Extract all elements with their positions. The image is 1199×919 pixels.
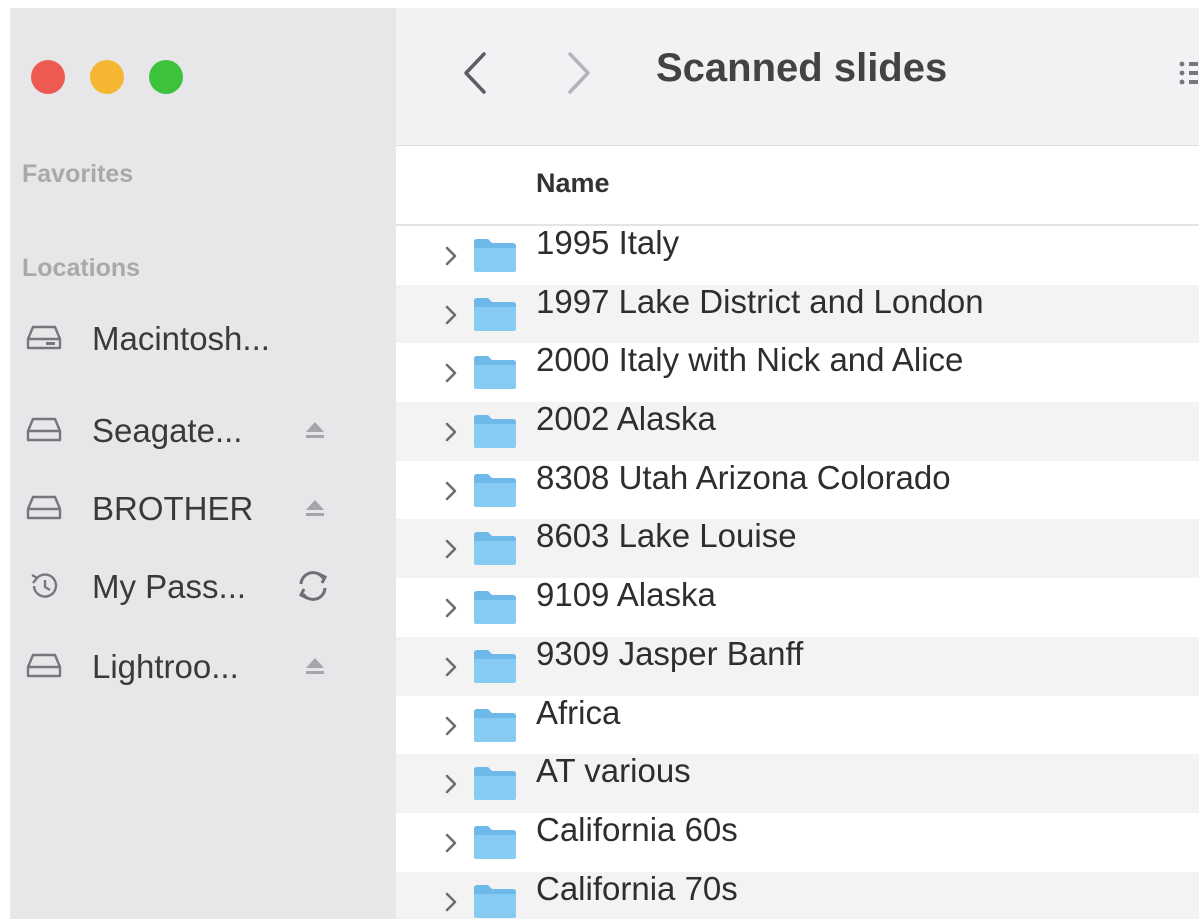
file-name: 2002 Alaska bbox=[536, 400, 716, 438]
list-item[interactable]: 9309 Jasper Banff bbox=[396, 634, 1199, 696]
sync-icon[interactable] bbox=[294, 568, 332, 604]
folder-icon bbox=[474, 415, 516, 449]
eject-icon[interactable] bbox=[302, 496, 328, 520]
list-item[interactable]: 1995 Italy bbox=[396, 226, 1199, 285]
disclosure-chevron-icon[interactable] bbox=[442, 361, 460, 385]
sidebar-item-lightroom[interactable]: Lightroo... bbox=[10, 640, 396, 690]
window-title: Scanned slides bbox=[656, 46, 948, 90]
close-window-button[interactable] bbox=[31, 60, 65, 94]
file-name: 2000 Italy with Nick and Alice bbox=[536, 341, 964, 379]
folder-icon bbox=[474, 708, 516, 742]
disclosure-chevron-icon[interactable] bbox=[442, 479, 460, 503]
sidebar: Favorites Locations Macintosh... Seagate… bbox=[10, 8, 396, 919]
disclosure-chevron-icon[interactable] bbox=[442, 890, 460, 914]
finder-window: Favorites Locations Macintosh... Seagate… bbox=[0, 0, 1199, 919]
folder-icon bbox=[474, 239, 516, 272]
disclosure-chevron-icon[interactable] bbox=[442, 420, 460, 444]
file-name: 9309 Jasper Banff bbox=[536, 634, 804, 672]
folder-icon bbox=[474, 532, 516, 566]
sidebar-item-label: Seagate... bbox=[92, 412, 243, 449]
folder-icon bbox=[474, 591, 516, 625]
list-item[interactable]: 8603 Lake Louise bbox=[396, 517, 1199, 579]
toolbar: Scanned slides bbox=[396, 8, 1199, 146]
file-list: 1995 Italy 1997 Lake District and London 2… bbox=[396, 226, 1199, 919]
eject-icon[interactable] bbox=[302, 418, 328, 442]
disclosure-chevron-icon[interactable] bbox=[442, 714, 460, 738]
list-item[interactable]: Africa bbox=[396, 693, 1199, 755]
sidebar-item-my-passport[interactable]: My Pass... bbox=[10, 560, 396, 610]
list-column-header: Name bbox=[396, 146, 1199, 226]
list-item[interactable]: California 60s bbox=[396, 810, 1199, 872]
external-drive-icon bbox=[26, 653, 62, 678]
disclosure-chevron-icon[interactable] bbox=[442, 655, 460, 679]
locations-section-title: Locations bbox=[22, 254, 141, 282]
sidebar-item-label: My Pass... bbox=[92, 568, 247, 605]
list-item[interactable]: 9109 Alaska bbox=[396, 576, 1199, 637]
disclosure-chevron-icon[interactable] bbox=[442, 596, 460, 620]
eject-icon[interactable] bbox=[302, 654, 328, 678]
zoom-window-button[interactable] bbox=[149, 60, 183, 94]
file-name: AT various bbox=[536, 752, 691, 790]
folder-icon bbox=[474, 649, 516, 683]
external-drive-icon bbox=[26, 495, 62, 520]
forward-button[interactable] bbox=[558, 48, 598, 98]
file-name: California 70s bbox=[536, 869, 738, 907]
list-item[interactable]: 8308 Utah Arizona Colorado bbox=[396, 458, 1199, 520]
list-item[interactable]: California 70s bbox=[396, 869, 1199, 919]
file-name: Africa bbox=[536, 693, 621, 731]
sidebar-item-brother[interactable]: BROTHER bbox=[10, 482, 396, 532]
internal-drive-icon bbox=[26, 325, 62, 350]
sidebar-item-seagate[interactable]: Seagate... bbox=[10, 404, 396, 454]
sidebar-item-label: Lightroo... bbox=[92, 648, 239, 685]
view-options-icon[interactable] bbox=[1178, 60, 1198, 90]
sidebar-item-label: BROTHER bbox=[92, 490, 254, 527]
favorites-section-title: Favorites bbox=[22, 160, 134, 188]
list-item[interactable]: 2002 Alaska bbox=[396, 400, 1199, 461]
folder-icon bbox=[474, 297, 516, 331]
file-name: 9109 Alaska bbox=[536, 576, 716, 614]
disclosure-chevron-icon[interactable] bbox=[442, 303, 460, 327]
file-name: 8603 Lake Louise bbox=[536, 517, 797, 555]
time-machine-icon bbox=[31, 573, 58, 598]
column-header-name[interactable]: Name bbox=[536, 168, 610, 199]
external-drive-icon bbox=[26, 417, 62, 442]
folder-icon bbox=[474, 825, 516, 859]
back-button[interactable] bbox=[456, 48, 496, 98]
sidebar-item-macintosh[interactable]: Macintosh... bbox=[10, 312, 396, 362]
sidebar-item-label: Macintosh... bbox=[92, 320, 270, 357]
file-name: California 60s bbox=[536, 810, 738, 848]
list-item[interactable]: AT various bbox=[396, 752, 1199, 813]
folder-icon bbox=[474, 767, 516, 801]
folder-icon bbox=[474, 356, 516, 390]
disclosure-chevron-icon[interactable] bbox=[442, 244, 460, 268]
file-name: 1997 Lake District and London bbox=[536, 282, 984, 320]
list-item[interactable]: 2000 Italy with Nick and Alice bbox=[396, 341, 1199, 402]
disclosure-chevron-icon[interactable] bbox=[442, 772, 460, 796]
disclosure-chevron-icon[interactable] bbox=[442, 537, 460, 561]
folder-icon bbox=[474, 473, 516, 507]
file-name: 8308 Utah Arizona Colorado bbox=[536, 458, 951, 496]
list-item[interactable]: 1997 Lake District and London bbox=[396, 282, 1199, 344]
minimize-window-button[interactable] bbox=[90, 60, 124, 94]
disclosure-chevron-icon[interactable] bbox=[442, 831, 460, 855]
file-name: 1995 Italy bbox=[536, 226, 680, 261]
folder-icon bbox=[474, 884, 516, 918]
